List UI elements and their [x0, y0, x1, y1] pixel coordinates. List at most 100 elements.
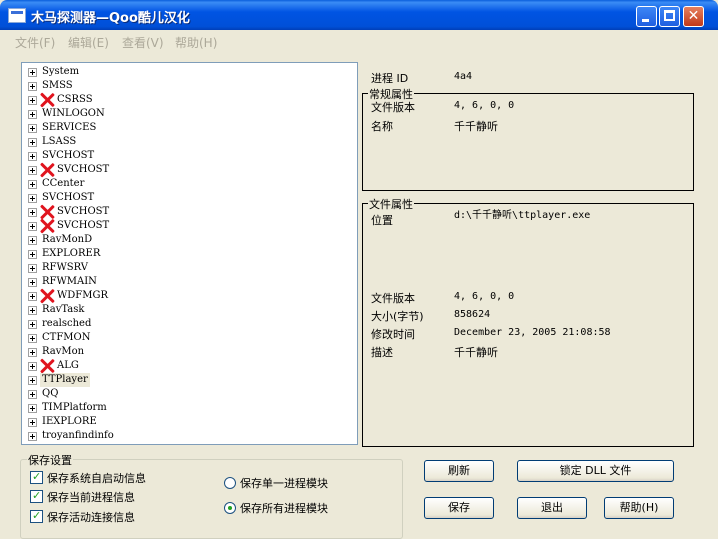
file-size-value: 858624 — [454, 309, 491, 320]
process-name: RavMon — [42, 346, 85, 357]
expand-plus-icon[interactable] — [28, 278, 37, 287]
expand-plus-icon[interactable] — [28, 348, 37, 357]
save-single-module-radio[interactable] — [224, 477, 236, 489]
process-row[interactable]: SERVICES — [22, 121, 342, 135]
process-row[interactable]: WDFMGR — [22, 289, 342, 303]
process-row[interactable]: SVCHOST — [22, 149, 342, 163]
save-processes-label[interactable]: 保存当前进程信息 — [47, 489, 135, 505]
expand-plus-icon[interactable] — [28, 250, 37, 259]
expand-plus-icon[interactable] — [28, 96, 37, 105]
suspicious-x-icon — [39, 92, 55, 108]
title-bar[interactable]: 木马探测器—Qoo酷儿汉化 ✕ — [0, 0, 718, 30]
menu-help[interactable]: 帮助(H) — [175, 34, 217, 51]
expand-plus-icon[interactable] — [28, 418, 37, 427]
process-name: CSRSS — [57, 94, 93, 105]
exit-button[interactable]: 退出 — [517, 497, 587, 519]
process-row[interactable]: RFWMAIN — [22, 275, 342, 289]
process-row[interactable]: RavTask — [22, 303, 342, 317]
expand-plus-icon[interactable] — [28, 432, 37, 441]
expand-plus-icon[interactable] — [28, 362, 37, 371]
expand-plus-icon[interactable] — [28, 376, 37, 385]
process-row[interactable]: TIMPlatform — [22, 401, 342, 415]
pid-value: 4a4 — [454, 71, 473, 82]
process-name: RavMonD — [42, 234, 93, 245]
process-row[interactable]: RavMonD — [22, 233, 342, 247]
process-name: SVCHOST — [42, 192, 95, 203]
process-row[interactable]: SVCHOST — [22, 205, 342, 219]
process-row[interactable]: RavMon — [22, 345, 342, 359]
process-row[interactable]: CCenter — [22, 177, 342, 191]
process-name: RFWMAIN — [42, 276, 97, 287]
expand-plus-icon[interactable] — [28, 306, 37, 315]
minimize-button[interactable] — [636, 6, 657, 27]
menu-file[interactable]: 文件(F) — [15, 34, 55, 51]
process-name: CTFMON — [42, 332, 91, 343]
expand-plus-icon[interactable] — [28, 334, 37, 343]
process-row[interactable]: realsched — [22, 317, 342, 331]
close-button[interactable]: ✕ — [683, 6, 704, 27]
expand-plus-icon[interactable] — [28, 124, 37, 133]
expand-plus-icon[interactable] — [28, 138, 37, 147]
file-properties-title: 文件属性 — [368, 196, 414, 212]
help-button[interactable]: 帮助(H) — [604, 497, 674, 519]
process-tree[interactable]: System SMSS CSRSS WINLOGON SERVICES LSASS SVCH… — [21, 62, 358, 445]
process-row[interactable]: SMSS — [22, 79, 342, 93]
app-icon[interactable] — [8, 8, 26, 23]
expand-plus-icon[interactable] — [28, 110, 37, 119]
process-name: TIMPlatform — [42, 402, 107, 413]
process-row[interactable]: LSASS — [22, 135, 342, 149]
general-version-label: 文件版本 — [371, 101, 415, 114]
process-row[interactable]: SVCHOST — [22, 219, 342, 233]
process-name: RFWSRV — [42, 262, 88, 273]
menu-bar: 文件(F) 编辑(E) 查看(V) 帮助(H) — [0, 30, 718, 52]
process-name: realsched — [42, 318, 92, 329]
process-row[interactable]: QQ — [22, 387, 342, 401]
expand-plus-icon[interactable] — [28, 390, 37, 399]
process-row[interactable]: RFWSRV — [22, 261, 342, 275]
process-name: RavTask — [42, 304, 85, 315]
process-row[interactable]: SVCHOST — [22, 191, 342, 205]
save-button[interactable]: 保存 — [424, 497, 494, 519]
expand-plus-icon[interactable] — [28, 264, 37, 273]
expand-plus-icon[interactable] — [28, 292, 37, 301]
process-row[interactable]: ALG — [22, 359, 342, 373]
process-row[interactable]: EXPLORER — [22, 247, 342, 261]
maximize-button[interactable] — [659, 6, 680, 27]
save-single-module-label[interactable]: 保存单一进程模块 — [240, 475, 328, 491]
expand-plus-icon[interactable] — [28, 320, 37, 329]
process-name: SVCHOST — [57, 206, 110, 217]
expand-plus-icon[interactable] — [28, 166, 37, 175]
file-size-label: 大小(字节) — [371, 310, 424, 323]
refresh-button[interactable]: 刷新 — [424, 460, 494, 482]
pid-label: 进程 ID — [371, 72, 409, 85]
save-autostart-checkbox[interactable] — [30, 470, 43, 484]
expand-plus-icon[interactable] — [28, 180, 37, 189]
save-all-modules-label[interactable]: 保存所有进程模块 — [240, 500, 328, 516]
expand-plus-icon[interactable] — [28, 82, 37, 91]
expand-plus-icon[interactable] — [28, 208, 37, 217]
menu-edit[interactable]: 编辑(E) — [68, 34, 109, 51]
save-processes-checkbox[interactable] — [30, 489, 43, 503]
save-connections-checkbox[interactable] — [30, 509, 43, 523]
process-row[interactable]: IEXPLORE — [22, 415, 342, 429]
file-properties-group: 文件属性 — [362, 196, 694, 447]
process-row[interactable]: SVCHOST — [22, 163, 342, 177]
expand-plus-icon[interactable] — [28, 68, 37, 77]
suspicious-x-icon — [39, 358, 55, 374]
expand-plus-icon[interactable] — [28, 194, 37, 203]
expand-plus-icon[interactable] — [28, 236, 37, 245]
process-row[interactable]: CTFMON — [22, 331, 342, 345]
menu-view[interactable]: 查看(V) — [122, 34, 164, 51]
process-row[interactable]: CSRSS — [22, 93, 342, 107]
process-row[interactable]: System — [22, 65, 342, 79]
expand-plus-icon[interactable] — [28, 152, 37, 161]
process-row[interactable]: TTPlayer — [22, 373, 342, 387]
expand-plus-icon[interactable] — [28, 222, 37, 231]
lock-dll-button[interactable]: 锁定 DLL 文件 — [517, 460, 674, 482]
save-all-modules-radio[interactable] — [224, 502, 236, 514]
save-connections-label[interactable]: 保存活动连接信息 — [47, 509, 135, 525]
save-autostart-label[interactable]: 保存系统自启动信息 — [47, 470, 146, 486]
process-row[interactable]: troyanfindinfo — [22, 429, 342, 443]
process-row[interactable]: WINLOGON — [22, 107, 342, 121]
expand-plus-icon[interactable] — [28, 404, 37, 413]
